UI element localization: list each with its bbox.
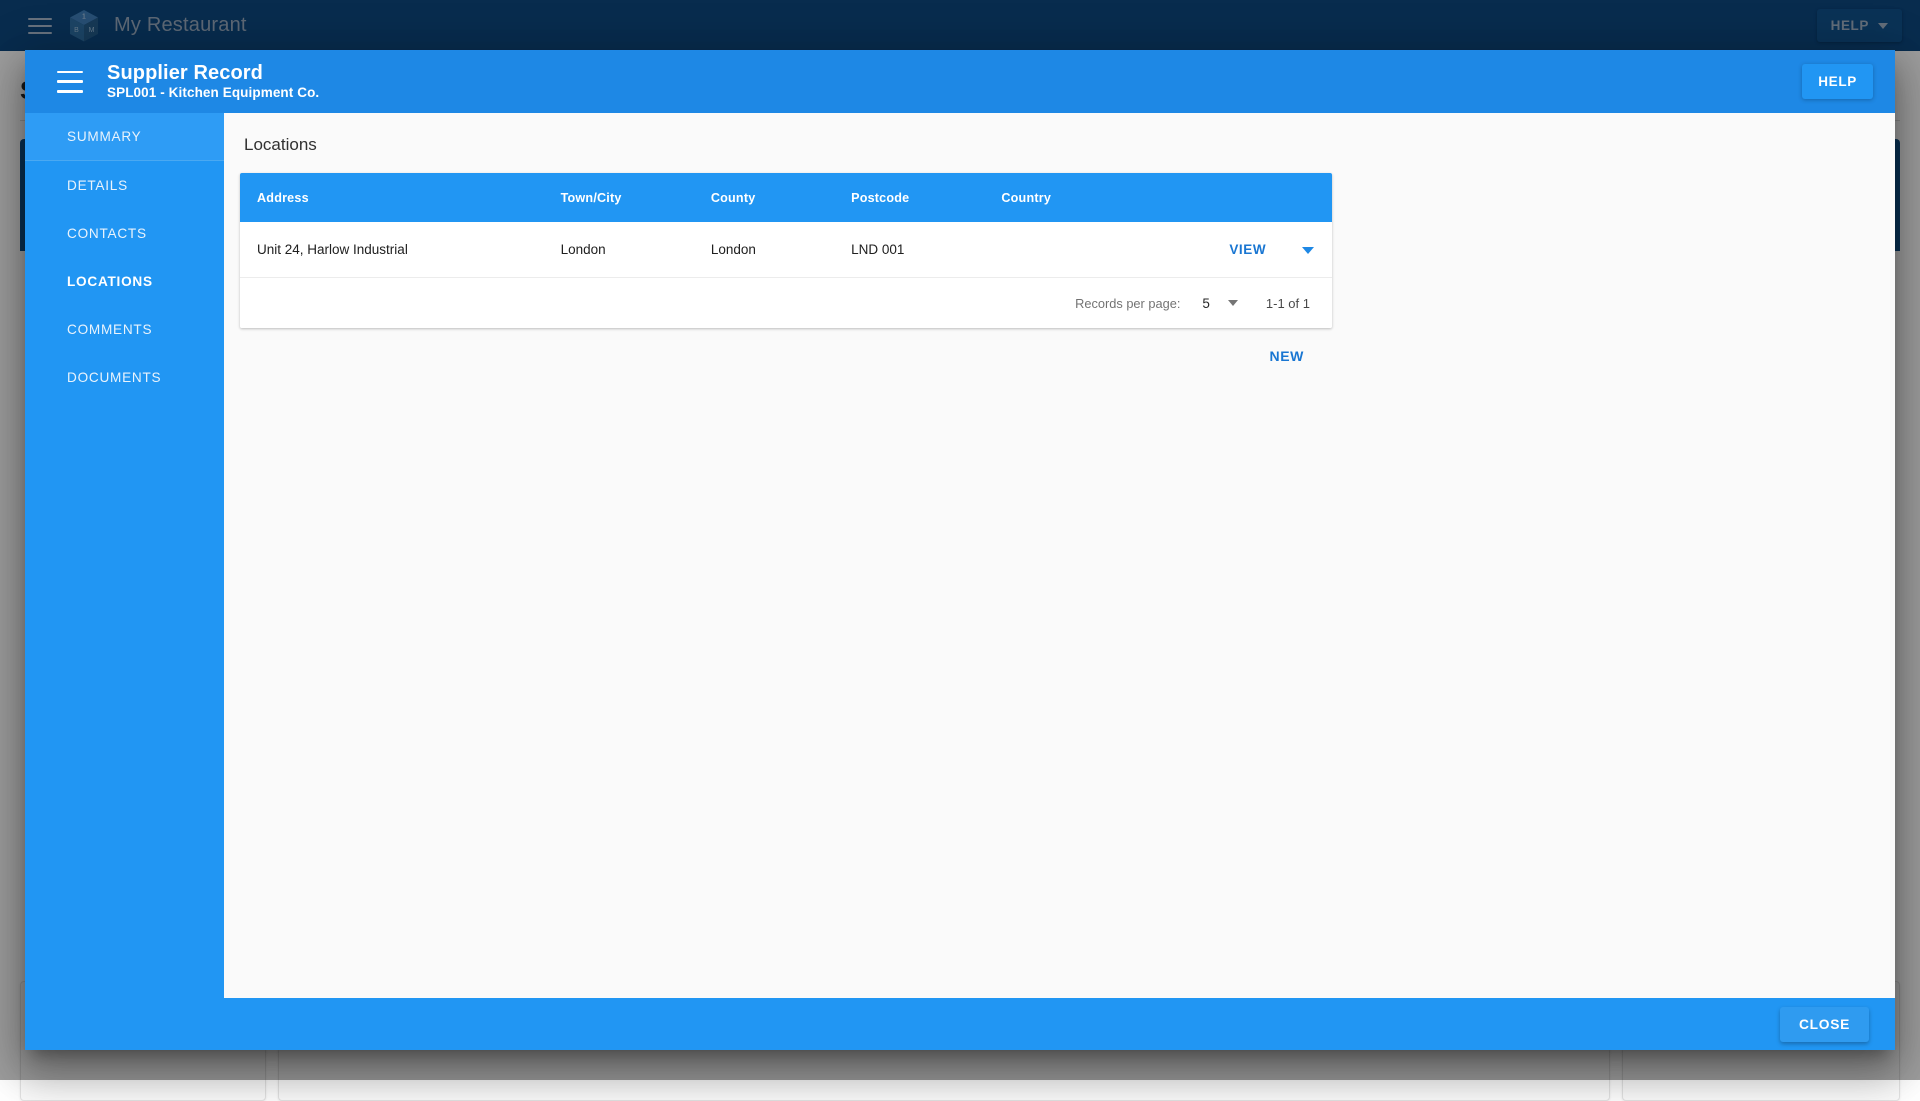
- new-button[interactable]: NEW: [1262, 342, 1312, 370]
- dialog-title: Supplier Record: [107, 63, 319, 84]
- new-button-row: NEW: [240, 328, 1332, 370]
- sidebar-item-contacts[interactable]: CONTACTS: [25, 209, 224, 257]
- view-button[interactable]: VIEW: [1223, 238, 1272, 261]
- paginator: Records per page: 5 1-1 of 1: [240, 278, 1332, 328]
- records-per-page-select[interactable]: 5: [1202, 296, 1238, 311]
- dialog-title-group: Supplier Record SPL001 - Kitchen Equipme…: [107, 63, 319, 101]
- dialog-help-button[interactable]: HELP: [1802, 64, 1873, 99]
- dialog-content: Locations Address Town/City County Postc…: [224, 113, 1895, 998]
- pagination-range-label: 1-1 of 1: [1266, 296, 1310, 311]
- sidebar-item-details[interactable]: DETAILS: [25, 161, 224, 209]
- column-header-county[interactable]: County: [711, 173, 851, 222]
- table-header-row: Address Town/City County Postcode Countr…: [240, 173, 1332, 222]
- table-body: Unit 24, Harlow Industrial London London…: [240, 222, 1332, 278]
- section-title: Locations: [244, 135, 1895, 155]
- sidebar-item-documents[interactable]: DOCUMENTS: [25, 353, 224, 401]
- records-per-page-label: Records per page:: [1075, 296, 1180, 311]
- sidebar-item-label: DETAILS: [67, 178, 128, 193]
- dialog-subtitle: SPL001 - Kitchen Equipment Co.: [107, 86, 319, 101]
- sidebar-item-label: SUMMARY: [67, 129, 142, 144]
- dialog-sidebar: SUMMARY DETAILS CONTACTS LOCATIONS COMME…: [25, 113, 224, 998]
- column-header-actions: [1182, 173, 1332, 222]
- sidebar-item-label: LOCATIONS: [67, 274, 153, 289]
- records-per-page-value: 5: [1202, 296, 1210, 311]
- table-row[interactable]: Unit 24, Harlow Industrial London London…: [240, 222, 1332, 278]
- dialog-header: Supplier Record SPL001 - Kitchen Equipme…: [25, 50, 1895, 113]
- column-header-address[interactable]: Address: [240, 173, 561, 222]
- cell-county: London: [711, 222, 851, 278]
- dialog-menu-icon[interactable]: [57, 71, 83, 93]
- cell-country: [1001, 222, 1181, 278]
- cell-town-city: London: [561, 222, 711, 278]
- sidebar-item-label: COMMENTS: [67, 322, 152, 337]
- close-button[interactable]: CLOSE: [1780, 1007, 1869, 1042]
- locations-table-card: Address Town/City County Postcode Countr…: [240, 173, 1332, 328]
- cell-address: Unit 24, Harlow Industrial: [240, 222, 561, 278]
- sidebar-item-locations[interactable]: LOCATIONS: [25, 257, 224, 305]
- locations-table: Address Town/City County Postcode Countr…: [240, 173, 1332, 278]
- chevron-down-icon: [1228, 300, 1238, 306]
- column-header-postcode[interactable]: Postcode: [851, 173, 1001, 222]
- sidebar-item-comments[interactable]: COMMENTS: [25, 305, 224, 353]
- cell-postcode: LND 001: [851, 222, 1001, 278]
- sidebar-item-label: CONTACTS: [67, 226, 147, 241]
- column-header-country[interactable]: Country: [1001, 173, 1181, 222]
- cell-actions: VIEW: [1182, 222, 1332, 278]
- column-header-town-city[interactable]: Town/City: [561, 173, 711, 222]
- sidebar-item-summary[interactable]: SUMMARY: [25, 113, 224, 161]
- sidebar-item-label: DOCUMENTS: [67, 370, 161, 385]
- chevron-down-icon[interactable]: [1302, 247, 1314, 254]
- dialog-body: SUMMARY DETAILS CONTACTS LOCATIONS COMME…: [25, 113, 1895, 998]
- table-header: Address Town/City County Postcode Countr…: [240, 173, 1332, 222]
- dialog-footer: CLOSE: [25, 998, 1895, 1050]
- supplier-record-dialog: Supplier Record SPL001 - Kitchen Equipme…: [25, 50, 1895, 1050]
